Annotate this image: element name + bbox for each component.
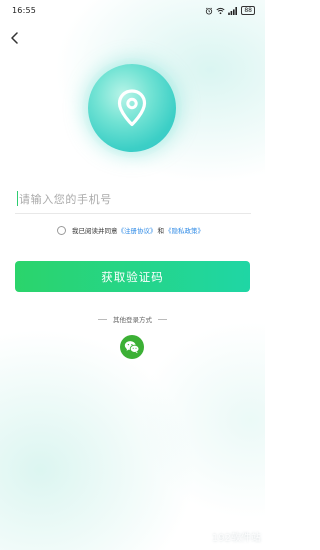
watermark: 192软件站 <box>211 533 261 544</box>
divider-line-left <box>98 318 107 320</box>
agreement-checkbox[interactable] <box>57 225 66 235</box>
status-icons: 88 <box>205 6 255 15</box>
signal-icon <box>228 6 238 15</box>
status-bar: 16:55 88 <box>0 0 265 22</box>
terms-link[interactable]: 《注册协议》 <box>118 225 157 235</box>
alarm-icon <box>206 7 213 15</box>
app-logo <box>88 64 176 152</box>
agreement-prefix: 我已阅读并同意 <box>72 227 118 235</box>
back-button[interactable] <box>7 30 23 46</box>
wechat-icon <box>124 341 140 354</box>
other-login-divider: 其他登录方式 <box>0 314 265 324</box>
get-code-label: 获取验证码 <box>101 269 164 284</box>
agreement-conjunction: 和 <box>157 227 165 235</box>
status-time: 16:55 <box>12 6 37 15</box>
get-verification-code-button[interactable]: 获取验证码 <box>15 261 250 292</box>
agreement-row: 我已阅读并同意 《注册协议》 和 《隐私政策》 <box>57 224 204 236</box>
wechat-login-button[interactable] <box>120 335 144 359</box>
text-cursor <box>17 191 18 206</box>
privacy-link[interactable]: 《隐私政策》 <box>165 225 204 235</box>
divider-line-right <box>158 318 167 320</box>
other-login-label: 其他登录方式 <box>113 316 152 324</box>
phone-number-input[interactable] <box>19 189 239 209</box>
chevron-left-icon <box>11 32 18 44</box>
wifi-icon <box>216 7 225 14</box>
phone-input-container <box>15 185 251 214</box>
location-pin-icon <box>117 89 147 127</box>
battery-icon: 88 <box>241 6 255 15</box>
